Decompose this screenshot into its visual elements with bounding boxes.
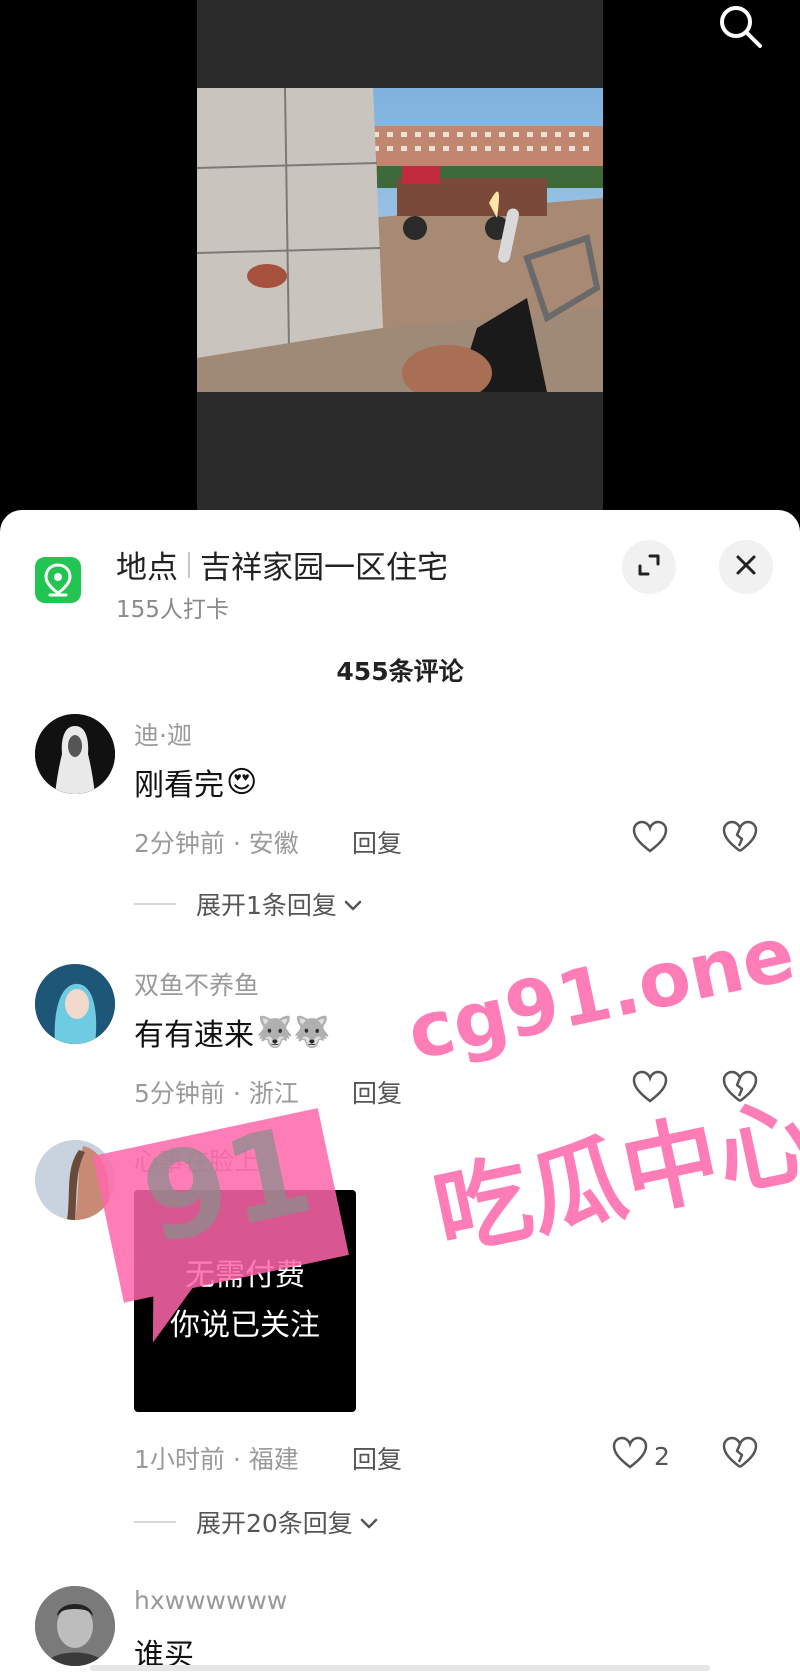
location-pin-icon — [35, 557, 81, 603]
reply-button[interactable]: 回复 — [352, 1440, 402, 1476]
location-label: 地点 — [116, 550, 178, 586]
comment-time-location: 5分钟前 · 浙江 — [134, 1079, 299, 1108]
heart-icon — [632, 820, 668, 860]
comment-time-location: 1小时前 · 福建 — [134, 1445, 299, 1474]
chevron-down-icon — [359, 1508, 379, 1537]
expand-divider — [134, 1521, 176, 1523]
dislike-button[interactable] — [722, 820, 758, 858]
dislike-button[interactable] — [722, 1436, 758, 1474]
comment-time-location: 2分钟前 · 安徽 — [134, 829, 299, 858]
image-text-line: 你说已关注 — [170, 1308, 320, 1343]
broken-heart-icon — [722, 1070, 758, 1108]
expand-replies-button[interactable]: 展开1条回复 — [134, 886, 363, 922]
like-button[interactable] — [632, 1070, 668, 1110]
comment-text-body: 有有速来 — [134, 1018, 254, 1053]
close-sheet-button[interactable] — [719, 540, 773, 594]
location-divider — [188, 551, 190, 578]
image-text-line: 无需付费 — [185, 1258, 305, 1293]
comment-username[interactable]: hxwwwwww — [134, 1586, 287, 1615]
comment-item: hxwwwwww 谁买 — [0, 1576, 800, 1673]
avatar[interactable] — [35, 1140, 115, 1220]
comment-image[interactable]: 无需付费 你说已关注 — [134, 1190, 356, 1412]
comment-item: 心事在脸上 无需付费 你说已关注 1小时前 · 福建 回复 2 展开20条回复 — [0, 1140, 800, 1580]
comment-username[interactable]: 迪·迦 — [134, 716, 192, 752]
comment-username[interactable]: 双鱼不养鱼 — [134, 966, 259, 1002]
avatar[interactable] — [35, 1586, 115, 1666]
expand-replies-button[interactable]: 展开20条回复 — [134, 1504, 379, 1540]
expand-divider — [134, 903, 176, 905]
dislike-button[interactable] — [722, 1070, 758, 1108]
emoji: 🐺🐺 — [256, 1014, 331, 1050]
search-icon — [716, 2, 764, 54]
expand-replies-label: 展开20条回复 — [196, 1509, 353, 1538]
broken-heart-icon — [722, 1436, 758, 1474]
comments-sheet: 地点 吉祥家园一区住宅 155人打卡 455条评论 迪·迦 刚看完 😍 2分钟前… — [0, 510, 800, 1673]
location-title[interactable]: 地点 吉祥家园一区住宅 — [116, 542, 448, 587]
like-count: 2 — [654, 1441, 670, 1471]
comment-text-body: 刚看完 — [134, 768, 224, 803]
like-button[interactable]: 2 — [612, 1436, 670, 1476]
expand-sheet-button[interactable] — [622, 540, 676, 594]
comment-item: 迪·迦 刚看完 😍 2分钟前 · 安徽 回复 展开1条回复 — [0, 710, 800, 920]
reply-button[interactable]: 回复 — [352, 824, 402, 860]
location-header[interactable]: 地点 吉祥家园一区住宅 155人打卡 — [0, 510, 800, 623]
comment-count: 455条评论 — [336, 657, 464, 686]
heart-icon — [612, 1436, 648, 1476]
location-place: 吉祥家园一区住宅 — [200, 550, 448, 586]
expand-replies-label: 展开1条回复 — [196, 891, 337, 920]
search-button[interactable] — [712, 0, 768, 56]
broken-heart-icon — [722, 820, 758, 858]
home-indicator — [90, 1665, 710, 1671]
heart-icon — [632, 1070, 668, 1110]
emoji: 😍 — [226, 764, 258, 800]
video-player[interactable] — [0, 0, 800, 530]
reply-button[interactable]: 回复 — [352, 1074, 402, 1110]
avatar[interactable] — [35, 714, 115, 794]
chevron-down-icon — [343, 890, 363, 919]
video-thumbnail[interactable] — [197, 88, 603, 392]
comment-text: 有有速来 🐺🐺 — [134, 1010, 331, 1054]
like-button[interactable] — [632, 820, 668, 860]
comment-text: 刚看完 😍 — [134, 760, 257, 804]
comment-item: 双鱼不养鱼 有有速来 🐺🐺 5分钟前 · 浙江 回复 — [0, 960, 800, 1108]
expand-icon — [636, 552, 662, 582]
location-checkins: 155人打卡 — [116, 597, 229, 623]
comment-username[interactable]: 心事在脸上 — [134, 1142, 259, 1178]
close-icon — [734, 553, 758, 581]
avatar[interactable] — [35, 964, 115, 1044]
